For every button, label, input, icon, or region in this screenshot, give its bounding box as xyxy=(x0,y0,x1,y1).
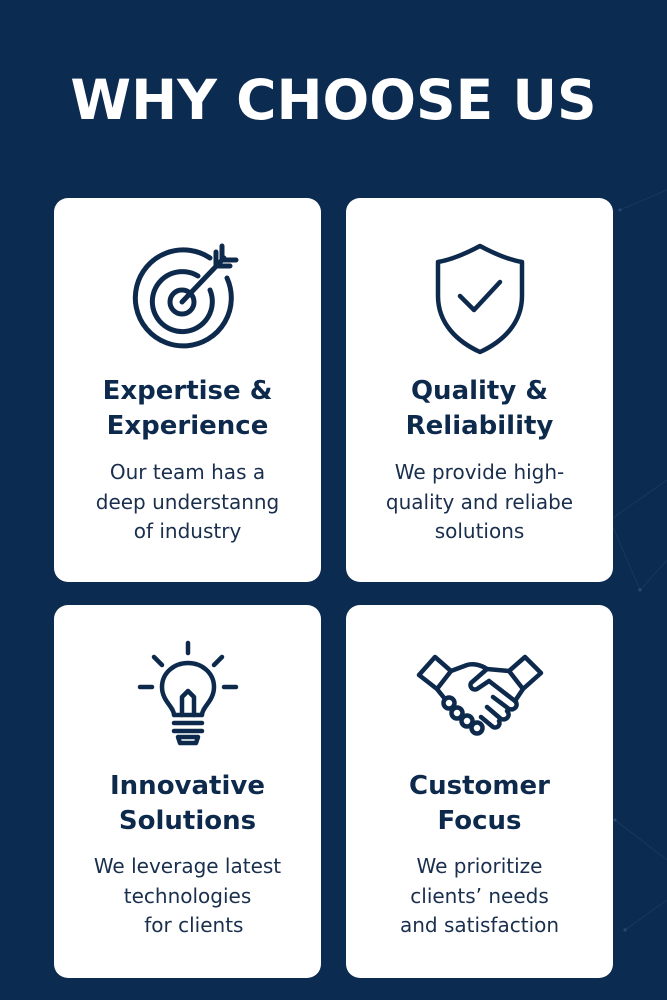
feature-card-expertise: Expertise & Experience Our team has a de… xyxy=(54,198,321,582)
lightbulb-icon xyxy=(136,639,240,751)
card-description: We prioritize clients’ needs and satisfa… xyxy=(399,854,560,937)
card-title: Customer Focus xyxy=(409,771,550,836)
card-title: Expertise & Experience xyxy=(102,376,273,441)
feature-card-customer: Customer Focus We prioritize clients’ ne… xyxy=(346,605,613,978)
feature-card-quality: Quality & Reliability We provide high- q… xyxy=(346,198,613,582)
feature-card-innovative: Innovative Solutions We leverage latest … xyxy=(54,605,321,978)
card-title: Innovative Solutions xyxy=(110,771,265,836)
handshake-icon xyxy=(415,639,545,751)
target-icon xyxy=(130,240,246,356)
card-description: We leverage latest technologies for clie… xyxy=(93,854,282,937)
page-title: WHY CHOOSE US xyxy=(70,68,597,132)
card-description: Our team has a deep understanng of indus… xyxy=(95,460,280,543)
shield-check-icon xyxy=(430,240,530,356)
card-description: We provide high- quality and reliabe sol… xyxy=(385,460,574,543)
card-title: Quality & Reliability xyxy=(405,376,554,441)
